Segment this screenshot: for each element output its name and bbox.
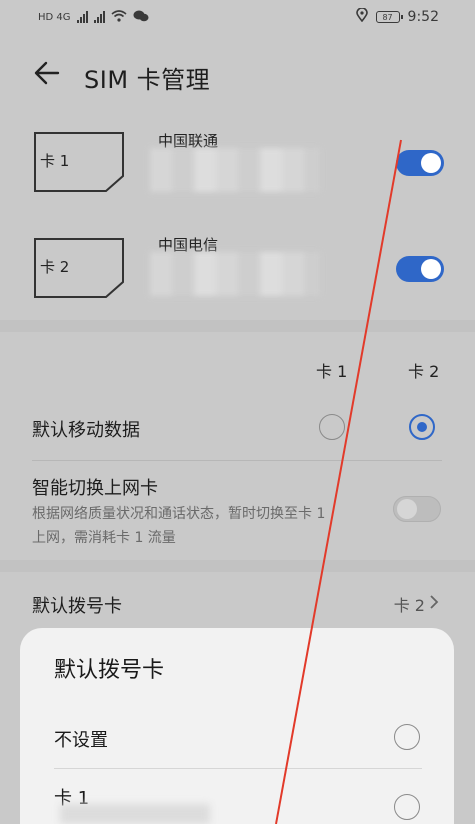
- status-left: HD 4G: [38, 9, 149, 26]
- signal-icon-2: [93, 11, 105, 23]
- sim-card-label: 卡 2: [40, 258, 70, 276]
- default-dial-label[interactable]: 默认拨号卡: [32, 592, 122, 618]
- phone-number-redacted: [150, 148, 320, 192]
- dialog-option-none-radio[interactable]: [394, 724, 420, 750]
- signal-icon: [76, 11, 88, 23]
- smart-switch-toggle[interactable]: [393, 496, 441, 522]
- column-card1-heading: 卡 1: [316, 362, 348, 381]
- default-dial-value[interactable]: 卡 2: [394, 592, 439, 616]
- smart-switch-description: 根据网络质量状况和通话状态，暂时切换至卡 1 上网，需消耗卡 1 流量: [32, 506, 326, 546]
- sim-management-screen: HD 4G 87 9:52 SIM 卡管理 卡 1 中国联通 卡 2 中国电信 …: [0, 0, 475, 824]
- sim-card-icon: 卡 1: [32, 130, 126, 194]
- default-data-card2-radio[interactable]: [409, 414, 435, 440]
- default-data-card1-radio[interactable]: [319, 414, 345, 440]
- section-divider: [0, 560, 475, 572]
- wifi-icon: [110, 9, 127, 25]
- sim-card-label: 卡 1: [40, 152, 70, 170]
- chat-icon: [133, 9, 149, 26]
- section-divider: [0, 320, 475, 332]
- dialog-option-none-label[interactable]: 不设置: [54, 726, 108, 752]
- clock: 9:52: [407, 9, 439, 25]
- phone-number-redacted: [150, 252, 320, 296]
- back-arrow-icon[interactable]: [34, 60, 60, 86]
- sim-card-list: 卡 1 中国联通 卡 2 中国电信: [0, 112, 475, 320]
- row-divider: [32, 460, 442, 461]
- location-icon: [355, 7, 368, 26]
- status-bar: HD 4G 87 9:52: [0, 0, 475, 34]
- default-data-label: 默认移动数据: [32, 420, 140, 441]
- default-dial-value-text: 卡 2: [393, 596, 425, 615]
- network-type-label: HD 4G: [38, 11, 71, 23]
- dialog-option-card1-radio[interactable]: [394, 794, 420, 820]
- dialog-option-redacted: [60, 804, 210, 824]
- column-card2-heading: 卡 2: [408, 362, 440, 381]
- sim-row-1: 卡 1 中国联通: [0, 112, 475, 212]
- battery-level: 87: [382, 12, 393, 22]
- sim-row-2: 卡 2 中国电信: [0, 218, 475, 318]
- status-right: 87 9:52: [355, 7, 439, 26]
- sim-card-icon: 卡 2: [32, 236, 126, 300]
- chevron-right-icon: [429, 594, 439, 614]
- default-dial-dialog: 默认拨号卡 不设置 卡 1: [20, 628, 454, 824]
- smart-switch-label: 智能切换上网卡: [32, 478, 158, 499]
- battery-icon: 87: [375, 11, 403, 23]
- sim1-toggle[interactable]: [396, 150, 444, 176]
- dialog-divider: [54, 768, 422, 769]
- header: SIM 卡管理: [0, 48, 475, 100]
- page-title: SIM 卡管理: [84, 66, 211, 94]
- sim2-toggle[interactable]: [396, 256, 444, 282]
- dialog-title: 默认拨号卡: [54, 658, 165, 683]
